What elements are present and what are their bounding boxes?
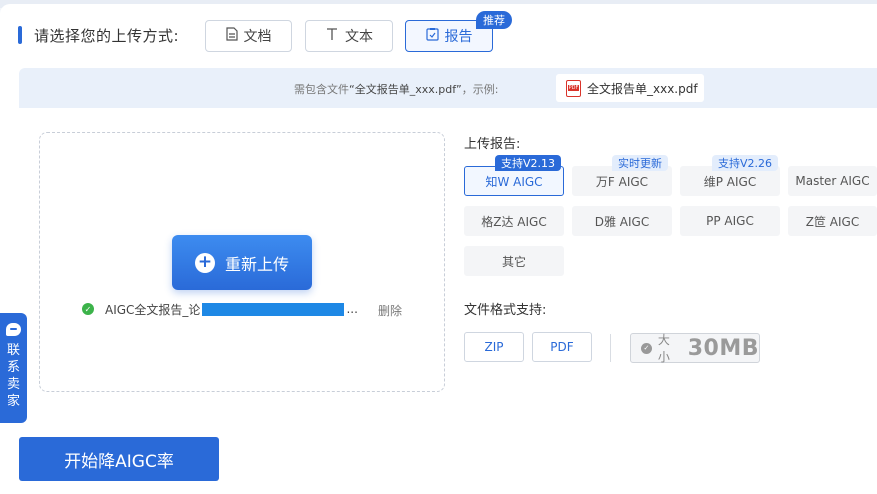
mode-label-text: 文本 (345, 29, 373, 45)
uploaded-file-name: AIGC全文报告_论 (105, 302, 201, 317)
report-icon (425, 27, 439, 45)
size-limit-box: ✓ 大小 30MB (630, 333, 760, 364)
file-requirement-bar: 需包含文件“全文报告单_xxx.pdf”，示例: PDF 全文报告单_xxx.p… (19, 68, 877, 108)
contact-seller-tab[interactable]: 联系卖家 (0, 313, 27, 423)
format-pdf: PDF (532, 332, 592, 362)
mode-button-text[interactable]: 文本 (305, 20, 393, 52)
recommend-badge: 推荐 (476, 11, 512, 29)
version-tag-zhiw: 支持V2.13 (495, 155, 562, 171)
file-requirement-hint: 需包含文件“全文报告单_xxx.pdf”，示例: (294, 81, 498, 97)
filename-ellipsis: ... (346, 302, 358, 316)
contact-seller-label: 联系卖家 (6, 343, 20, 409)
plus-icon: + (194, 252, 215, 273)
version-tag-weip: 支持V2.26 (712, 155, 779, 171)
page-title: 请选择您的上传方式: (34, 26, 180, 45)
title-accent-bar (18, 26, 22, 44)
mode-label-document: 文档 (243, 29, 272, 45)
upload-mode-header: 请选择您的上传方式: (18, 18, 179, 52)
format-label: 文件格式支持: (464, 303, 547, 318)
document-icon (225, 27, 238, 45)
delete-file-button[interactable]: 删除 (378, 302, 402, 319)
report-option-z[interactable]: Z笸 AIGC (788, 206, 877, 236)
uploaded-file-row: ✓ AIGC全文报告_论 ... (82, 300, 358, 318)
redacted-filename-bar (202, 302, 345, 316)
format-divider (610, 334, 611, 362)
size-check-icon: ✓ (641, 342, 652, 354)
pdf-file-icon: PDF (566, 79, 581, 97)
reupload-label: 重新上传 (224, 254, 289, 274)
hint-filename: “全文报告单_xxx.pdf” (349, 83, 462, 96)
mode-button-document[interactable]: 文档 (205, 20, 292, 52)
hint-prefix: 需包含文件 (294, 83, 349, 96)
mode-label-report: 报告 (444, 29, 473, 45)
report-label: 上传报告: (464, 137, 521, 152)
start-reduce-aigc-button[interactable]: 开始降AIGC率 (19, 437, 219, 481)
format-zip: ZIP (464, 332, 524, 362)
hint-suffix: ，示例: (461, 83, 499, 96)
report-option-master[interactable]: Master AIGC (788, 166, 877, 196)
pdf-icon-text: PDF (567, 85, 580, 91)
bottom-blank-bar (575, 437, 877, 465)
sample-file-link[interactable]: PDF 全文报告单_xxx.pdf (556, 74, 704, 102)
size-value: 30MB (687, 335, 759, 361)
sample-file-name: 全文报告单_xxx.pdf (587, 81, 698, 96)
text-icon (325, 27, 339, 45)
report-option-dya[interactable]: D雅 AIGC (572, 206, 672, 236)
size-label: 大小 (657, 333, 670, 364)
chat-icon (6, 323, 21, 336)
report-option-gezda[interactable]: 格Z达 AIGC (464, 206, 564, 236)
realtime-tag-wanf: 实时更新 (612, 155, 668, 171)
report-option-other[interactable]: 其它 (464, 246, 564, 276)
reupload-button[interactable]: + 重新上传 (172, 235, 312, 290)
report-option-pp[interactable]: PP AIGC (680, 206, 780, 236)
success-check-icon: ✓ (82, 303, 94, 315)
